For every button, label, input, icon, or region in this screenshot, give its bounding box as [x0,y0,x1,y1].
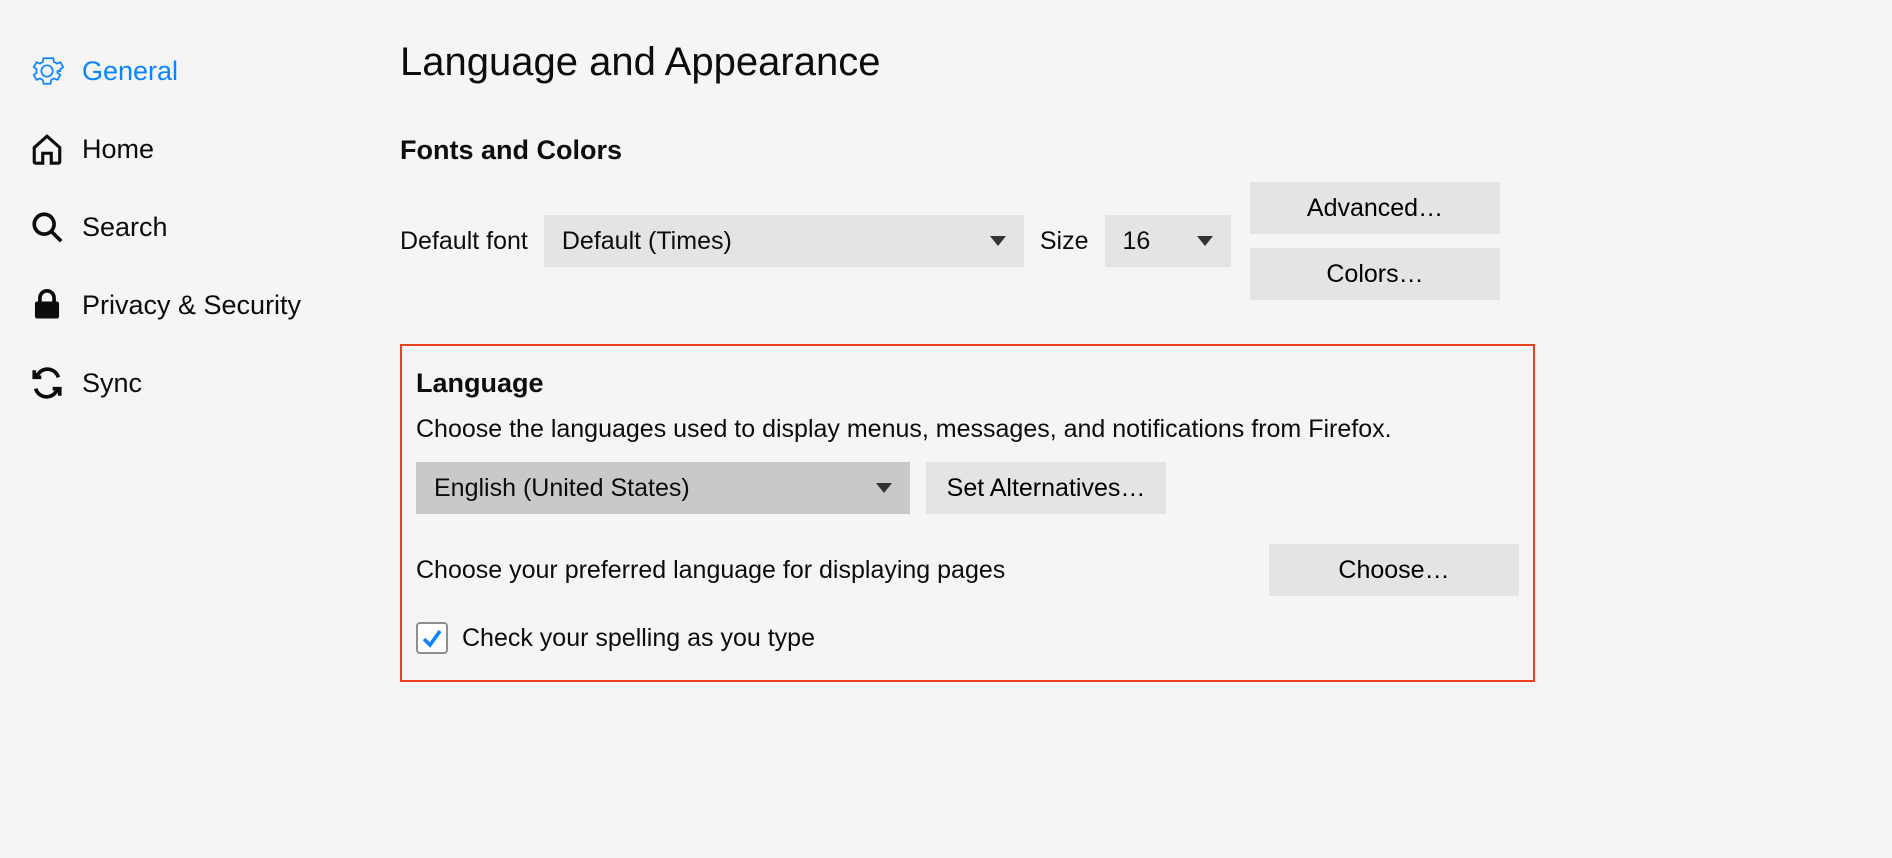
fonts-buttons-column: Advanced… Colors… [1250,182,1500,300]
spellcheck-label: Check your spelling as you type [462,624,815,653]
settings-sidebar: General Home Search Privacy & Security S [0,0,400,858]
default-font-value: Default (Times) [562,227,732,256]
sidebar-item-general[interactable]: General [30,32,400,110]
fonts-colors-section: Fonts and Colors Default font Default (T… [400,135,1500,300]
sidebar-item-label: Search [82,212,168,243]
firefox-language-select[interactable]: English (United States) [416,462,910,514]
sidebar-item-label: General [82,56,178,87]
sidebar-item-label: Home [82,134,154,165]
sidebar-item-label: Privacy & Security [82,290,301,321]
settings-main: Language and Appearance Fonts and Colors… [400,0,1892,858]
advanced-fonts-button[interactable]: Advanced… [1250,182,1500,234]
sidebar-item-sync[interactable]: Sync [30,344,400,422]
default-font-select[interactable]: Default (Times) [544,215,1024,267]
language-section: Language Choose the languages used to di… [400,344,1535,682]
lock-icon [30,288,64,322]
chevron-down-icon [876,483,892,493]
sidebar-item-privacy[interactable]: Privacy & Security [30,266,400,344]
gear-icon [30,54,64,88]
fonts-heading: Fonts and Colors [400,135,1500,166]
set-alternatives-button[interactable]: Set Alternatives… [926,462,1166,514]
spellcheck-checkbox[interactable] [416,622,448,654]
sidebar-item-home[interactable]: Home [30,110,400,188]
home-icon [30,132,64,166]
search-icon [30,210,64,244]
sidebar-item-label: Sync [82,368,142,399]
firefox-language-row: English (United States) Set Alternatives… [416,462,1519,514]
sync-icon [30,366,64,400]
spellcheck-row: Check your spelling as you type [416,622,1519,654]
choose-language-button[interactable]: Choose… [1269,544,1519,596]
sidebar-item-search[interactable]: Search [30,188,400,266]
page-language-description: Choose your preferred language for displ… [416,556,1005,585]
language-heading: Language [416,368,1519,399]
chevron-down-icon [990,236,1006,246]
fonts-row: Default font Default (Times) Size 16 Adv… [400,182,1500,300]
font-size-select[interactable]: 16 [1105,215,1231,267]
page-title: Language and Appearance [400,40,1500,85]
page-language-row: Choose your preferred language for displ… [416,544,1519,596]
firefox-language-value: English (United States) [434,474,690,503]
size-label: Size [1040,227,1089,256]
font-size-value: 16 [1123,227,1151,256]
chevron-down-icon [1197,236,1213,246]
language-description: Choose the languages used to display men… [416,415,1519,444]
default-font-label: Default font [400,227,528,256]
check-icon [420,626,444,650]
colors-button[interactable]: Colors… [1250,248,1500,300]
